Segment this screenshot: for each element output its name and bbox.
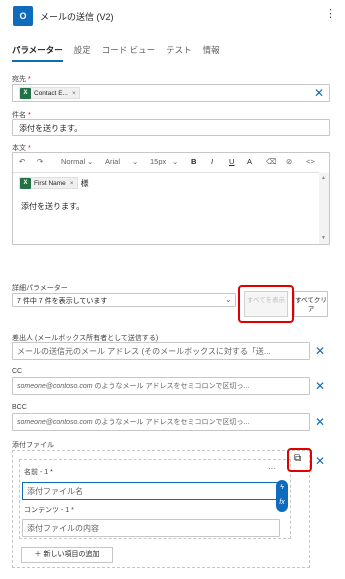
- underline-icon[interactable]: U: [229, 157, 234, 166]
- toolbar-divider: [13, 172, 319, 173]
- to-field[interactable]: X Contact E... × ✕: [12, 84, 330, 102]
- show-all-button[interactable]: すべてを表示: [244, 291, 288, 317]
- tab-test[interactable]: テスト: [166, 44, 192, 62]
- chevron-down-icon: ⌄: [132, 157, 139, 166]
- excel-icon: X: [20, 87, 31, 99]
- bold-icon[interactable]: B: [191, 157, 196, 166]
- cc-input[interactable]: someone@contoso.com のようなメール アドレスをセミコロンで区…: [12, 377, 310, 395]
- font-select[interactable]: Arial: [105, 157, 120, 166]
- body-scrollbar[interactable]: ▲ ▼: [319, 173, 329, 244]
- subject-input[interactable]: 添付を送ります。: [12, 119, 330, 136]
- from-input[interactable]: メールの送信元のメール アドレス (そのメールボックスに対する「送...: [12, 342, 310, 360]
- fx-icon[interactable]: fx: [276, 495, 288, 510]
- advanced-params-label: 詳細パラメーター: [12, 285, 68, 292]
- plus-icon: ＋: [34, 551, 42, 558]
- dynamic-content-pill[interactable]: ϟ fx: [276, 480, 288, 512]
- copy-icon[interactable]: ⧉: [294, 453, 301, 464]
- outlook-app-icon: O: [13, 6, 33, 26]
- code-view-icon[interactable]: <>: [306, 157, 315, 166]
- attachment-content-input[interactable]: 添付ファイルの内容: [22, 519, 280, 537]
- bcc-label: BCC: [12, 404, 27, 411]
- clear-all-button[interactable]: すべてクリア: [294, 291, 328, 317]
- token-remove-icon[interactable]: ×: [72, 90, 76, 97]
- token-remove-icon[interactable]: ×: [70, 180, 74, 187]
- to-label: 宛先 *: [12, 76, 31, 83]
- scroll-up-icon[interactable]: ▲: [321, 175, 326, 181]
- remove-from-icon[interactable]: ✕: [315, 345, 325, 357]
- clear-to-icon[interactable]: ✕: [314, 87, 324, 99]
- to-token[interactable]: X Contact E... ×: [19, 87, 80, 99]
- remove-cc-icon[interactable]: ✕: [315, 380, 325, 392]
- header: O メールの送信 (V2) ⋮: [0, 0, 345, 32]
- italic-icon[interactable]: I: [211, 157, 213, 166]
- attachment-content-label: コンテンツ - 1 *: [24, 507, 74, 514]
- more-options-icon[interactable]: ⋮: [325, 7, 336, 20]
- bcc-input[interactable]: someone@contoso.com のようなメール アドレスをセミコロンで区…: [12, 413, 310, 431]
- next-field-label-cutoff: [12, 574, 52, 579]
- lightning-icon[interactable]: ϟ: [276, 480, 288, 495]
- remove-attachments-icon[interactable]: ✕: [315, 455, 325, 467]
- highlight-icon[interactable]: ⌫: [266, 157, 277, 166]
- tab-bar: パラメーター 設定 コード ビュー テスト 情報: [12, 44, 231, 62]
- chevron-down-icon: ⌄: [225, 295, 232, 304]
- add-new-item-button[interactable]: ＋ 新しい項目の追加: [21, 547, 113, 563]
- chevron-down-icon: ⌄: [172, 157, 179, 166]
- scroll-down-icon[interactable]: ▼: [321, 235, 326, 241]
- cc-label: CC: [12, 368, 23, 375]
- attachment-name-input[interactable]: 添付ファイル名: [22, 482, 280, 500]
- attachments-label: 添付ファイル: [12, 442, 54, 449]
- item-more-icon[interactable]: ···: [268, 464, 276, 473]
- tab-settings[interactable]: 設定: [74, 44, 91, 62]
- advanced-params-dropdown[interactable]: 7 件中 7 件を表示しています ⌄: [12, 293, 236, 307]
- body-token-line: X First Name × 様: [19, 177, 89, 189]
- tab-parameters[interactable]: パラメーター: [12, 44, 63, 62]
- chevron-down-icon: ⌄: [87, 157, 94, 166]
- excel-icon: X: [20, 177, 31, 189]
- style-select[interactable]: Normal: [61, 157, 85, 166]
- body-editor[interactable]: ↶ ↷ Normal ⌄ Arial ⌄ 15px ⌄ B I U A ⌫ ⊘ …: [12, 152, 330, 245]
- action-title: メールの送信 (V2): [40, 12, 114, 22]
- attachment-name-label: 名前 - 1 *: [24, 469, 53, 476]
- attachment-item: 名前 - 1 * ··· 添付ファイル名 コンテンツ - 1 * 添付ファイルの…: [19, 459, 291, 539]
- remove-bcc-icon[interactable]: ✕: [315, 416, 325, 428]
- rich-text-toolbar: ↶ ↷ Normal ⌄ Arial ⌄ 15px ⌄ B I U A ⌫ ⊘ …: [19, 157, 319, 169]
- link-icon[interactable]: ⊘: [286, 157, 292, 166]
- font-color-icon[interactable]: A: [247, 157, 252, 166]
- tab-code-view[interactable]: コード ビュー: [102, 44, 155, 62]
- tab-info[interactable]: 情報: [203, 44, 220, 62]
- attachments-container: 名前 - 1 * ··· 添付ファイル名 コンテンツ - 1 * 添付ファイルの…: [12, 450, 310, 568]
- undo-icon[interactable]: ↶: [19, 157, 25, 166]
- first-name-token[interactable]: X First Name ×: [19, 177, 78, 189]
- body-text: 添付を送ります。: [21, 202, 85, 211]
- redo-icon[interactable]: ↷: [37, 157, 43, 166]
- size-select[interactable]: 15px: [150, 157, 166, 166]
